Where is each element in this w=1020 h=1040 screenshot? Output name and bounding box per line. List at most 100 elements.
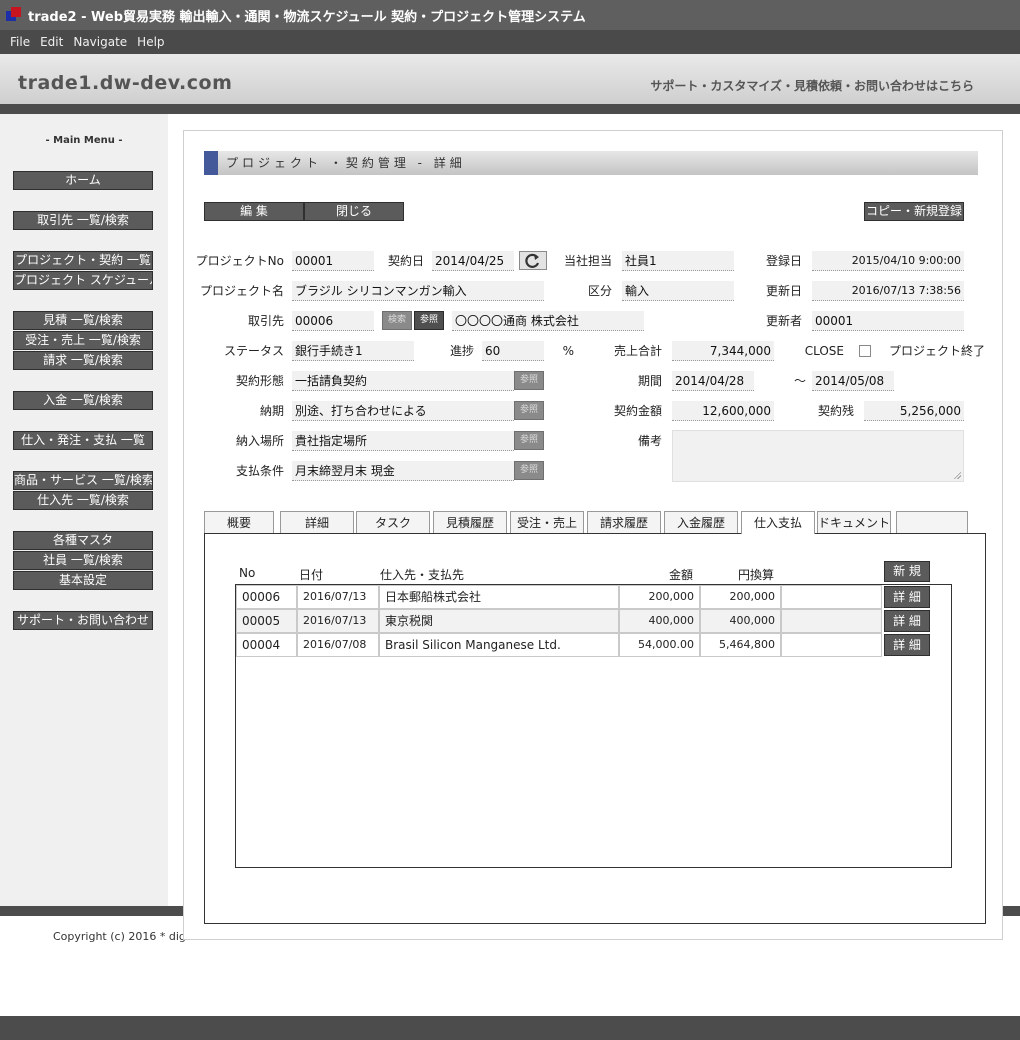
project-no-label: プロジェクトNo [195,254,284,268]
row-amount: 200,000 [619,585,700,609]
site-title[interactable]: trade1.dw-dev.com [18,72,232,94]
edit-button[interactable]: 編 集 [204,202,304,221]
new-purchase-button[interactable]: 新 規 [884,561,930,582]
header-divider [0,104,1020,114]
tab-extra[interactable] [896,511,968,533]
period-label: 期間 [637,374,662,388]
row-supplier: 東京税関 [379,609,619,633]
contract-balance-field: 5,256,000 [864,401,964,421]
refresh-icon [525,253,540,268]
row-extra [781,585,882,609]
payment-terms-ref-button[interactable]: 参照 [514,461,544,480]
tab-details[interactable]: 詳細 [280,511,354,533]
sidebar-item-projects[interactable]: プロジェクト・契約 一覧 [13,251,153,270]
client-search-button[interactable]: 検索 [382,311,412,330]
menu-file[interactable]: File [10,35,30,49]
close-button[interactable]: 閉じる [304,202,404,221]
tab-tasks[interactable]: タスク [356,511,430,533]
table-row: 00006 2016/07/13 日本郵船株式会社 200,000 200,00… [236,585,882,609]
bottom-bar [0,1016,1020,1040]
table-row: 00005 2016/07/13 東京税関 400,000 400,000 [236,609,882,633]
client-name-field: 〇〇〇〇通商 株式会社 [452,311,644,331]
sidebar-item-employees[interactable]: 社員 一覧/検索 [13,551,153,570]
status-field: 銀行手続き1 [292,341,414,361]
period-to-field: 2014/05/08 [812,371,894,391]
row-yen: 5,464,800 [700,633,781,657]
sidebar-item-home[interactable]: ホーム [13,171,153,190]
menu-bar: File Edit Navigate Help [0,30,1020,54]
support-link[interactable]: サポート・カスタマイズ・見積依頼・お問い合わせはこちら [650,77,974,94]
client-ref-button[interactable]: 参照 [414,311,444,330]
detail-button[interactable]: 詳 細 [884,634,930,656]
sales-total-label: 売上合計 [613,344,662,358]
row-date: 2016/07/13 [297,609,379,633]
progress-field: 60 [482,341,544,361]
delivery-place-label: 納入場所 [235,434,284,448]
contract-date-label: 契約日 [387,254,424,268]
col-header-supplier: 仕入先・支払先 [380,568,465,582]
sidebar-item-products[interactable]: 商品・サービス 一覧/検索 [13,471,153,490]
period-from-field: 2014/04/28 [672,371,754,391]
sidebar-item-settings[interactable]: 基本設定 [13,571,153,590]
sidebar-item-payments-received[interactable]: 入金 一覧/検索 [13,391,153,410]
client-code-field: 00006 [292,311,374,331]
row-no: 00004 [236,633,297,657]
resize-grip-icon[interactable] [953,471,961,479]
sidebar-item-invoices[interactable]: 請求 一覧/検索 [13,351,153,370]
period-tilde: ～ [793,374,806,388]
detail-button[interactable]: 詳 細 [884,610,930,632]
menu-navigate[interactable]: Navigate [73,35,127,49]
menu-help[interactable]: Help [137,35,164,49]
sidebar-item-project-schedule[interactable]: プロジェクト スケジュール [13,271,153,290]
sidebar-item-quotes[interactable]: 見積 一覧/検索 [13,311,153,330]
close-label: CLOSE [804,344,844,358]
row-supplier: Brasil Silicon Manganese Ltd. [379,633,619,657]
detail-button[interactable]: 詳 細 [884,586,930,608]
col-header-date: 日付 [299,568,324,582]
copy-new-button[interactable]: コピー・新規登録 [864,202,964,221]
sidebar-item-masters[interactable]: 各種マスタ [13,531,153,550]
tab-payment-history[interactable]: 入金履歴 [664,511,738,533]
staff-field: 社員1 [622,251,734,271]
tab-documents[interactable]: ドキュメント [817,511,891,533]
project-name-field: ブラジル シリコンマンガン輸入 [292,281,544,301]
contract-type-ref-button[interactable]: 参照 [514,371,544,390]
tab-overview[interactable]: 概要 [204,511,274,533]
row-extra [781,609,882,633]
tab-orders-sales[interactable]: 受注・売上 [510,511,584,533]
copyright: Copyright (c) 2016 * dig [53,930,186,943]
tab-panel-purchases: No 日付 仕入先・支払先 金額 円換算 新 規 00006 2016/07/1… [204,533,986,924]
reg-date-field: 2015/04/10 9:00:00 [812,251,964,271]
tab-invoice-history[interactable]: 請求履歴 [587,511,661,533]
sidebar-item-suppliers[interactable]: 仕入先 一覧/検索 [13,491,153,510]
payment-terms-field: 月末締翌月末 現金 [292,461,514,481]
window-title: trade2 - Web貿易実務 輸出輸入・通関・物流スケジュール 契約・プロジ… [28,9,586,25]
row-yen: 400,000 [700,609,781,633]
sidebar-item-clients[interactable]: 取引先 一覧/検索 [13,211,153,230]
contract-amount-field: 12,600,000 [672,401,774,421]
col-header-amount: 金額 [669,568,694,582]
main-menu-heading: - Main Menu - [45,135,123,146]
contract-amount-label: 契約金額 [613,404,662,418]
delivery-ref-button[interactable]: 参照 [514,401,544,420]
window-title-bar: trade2 - Web貿易実務 輸出輸入・通関・物流スケジュール 契約・プロジ… [0,0,1020,30]
delivery-place-ref-button[interactable]: 参照 [514,431,544,450]
tab-quote-history[interactable]: 見積履歴 [433,511,507,533]
contract-balance-label: 契約残 [817,404,854,418]
sidebar-item-purchases[interactable]: 仕入・発注・支払 一覧 [13,431,153,450]
main-panel: プロジェクト ・契約管理 - 詳細 編 集 閉じる コピー・新規登録 プロジェク… [183,130,1003,940]
project-end-checkbox[interactable] [859,345,871,357]
purchases-table: 00006 2016/07/13 日本郵船株式会社 200,000 200,00… [235,584,952,868]
delivery-label: 納期 [259,404,284,418]
sidebar-item-support[interactable]: サポート・お問い合わせ [13,611,153,630]
row-extra [781,633,882,657]
upd-date-field: 2016/07/13 7:38:56 [812,281,964,301]
updater-field: 00001 [812,311,964,331]
tab-purchases-payments[interactable]: 仕入支払 [741,511,815,534]
payment-terms-label: 支払条件 [235,464,284,478]
remarks-label: 備考 [637,434,662,448]
refresh-button[interactable] [519,251,547,270]
menu-edit[interactable]: Edit [40,35,63,49]
sidebar-item-orders[interactable]: 受注・売上 一覧/検索 [13,331,153,350]
remarks-textarea[interactable] [672,430,964,482]
